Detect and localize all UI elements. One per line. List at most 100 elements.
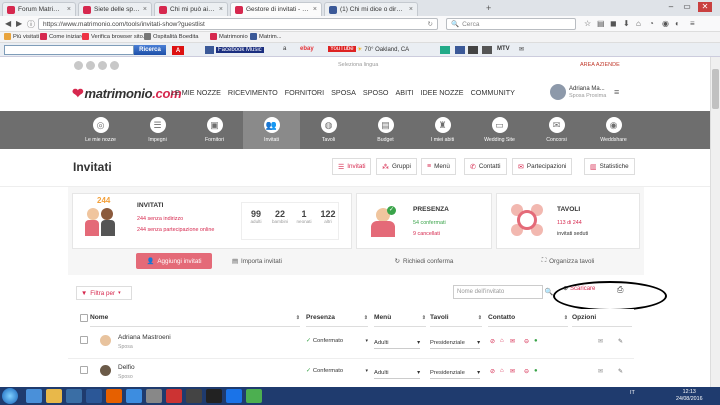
facebook-icon[interactable] — [455, 46, 465, 54]
phone-icon[interactable]: ⊘ — [490, 368, 495, 375]
add-guests-button[interactable]: 👤 Aggiungi invitati — [136, 253, 212, 269]
tool-tab[interactable]: ☰ Impegni — [129, 111, 186, 149]
bookmark-item[interactable]: Matrim... — [250, 33, 282, 40]
status-ok-icon[interactable]: ● — [534, 368, 538, 374]
url-bar[interactable]: https://www.matrimonio.com/tools/invitat… — [38, 18, 438, 30]
col-header-contact[interactable]: Contatto ⇕ — [488, 309, 568, 327]
sort-icon[interactable]: ⇕ — [564, 315, 568, 321]
home-address-icon[interactable]: ⌂ — [500, 338, 504, 344]
subtab[interactable]: ≡ Menù — [421, 158, 456, 175]
home-icon[interactable]: ⌂ — [636, 19, 641, 28]
tool-tab[interactable]: ◍ Tavoli — [300, 111, 357, 149]
browser-tab[interactable]: Gestore di invitati - Matrim...× — [230, 2, 322, 16]
col-header-presence[interactable]: Presenza ⇕ — [306, 309, 368, 327]
taskbar-app-media[interactable] — [66, 389, 82, 403]
taskbar-app-10[interactable] — [226, 389, 242, 403]
guest-search-input[interactable]: Nome dell'invitato — [453, 285, 543, 299]
nav-item[interactable]: ABITI — [395, 88, 413, 97]
youtube-item[interactable]: YouTube — [328, 46, 356, 52]
col-header-name[interactable]: Nome ⇕ — [90, 309, 300, 327]
edit-icon[interactable]: ✎ — [618, 338, 623, 345]
toolbar-search-button[interactable]: Ricerca — [134, 45, 166, 55]
ebay-item[interactable]: ebay — [300, 46, 314, 52]
addon-icon-3[interactable] — [482, 46, 492, 54]
scroll-thumb[interactable] — [712, 69, 719, 109]
close-tab-icon[interactable]: × — [64, 6, 71, 13]
addon-icon-2[interactable] — [468, 46, 478, 54]
taskbar-app-11[interactable] — [246, 389, 262, 403]
nav-item[interactable]: FORNITORI — [285, 88, 324, 97]
sort-icon[interactable]: ⇕ — [478, 315, 482, 321]
col-header-tables[interactable]: Tavoli ⇕ — [430, 309, 482, 327]
bookmark-item[interactable]: Più visitati — [4, 33, 39, 40]
taskbar-app-explorer[interactable] — [46, 389, 62, 403]
page-scrollbar[interactable] — [710, 57, 720, 387]
language-selector[interactable]: Seleziona lingua — [338, 62, 378, 68]
system-clock[interactable]: 12:13 24/08/2016 — [676, 389, 703, 402]
nav-item[interactable]: SPOSA — [331, 88, 356, 97]
close-tab-icon[interactable]: × — [140, 6, 147, 13]
send-invite-icon[interactable]: ✉ — [598, 368, 603, 375]
social-icon-2[interactable] — [86, 61, 95, 70]
minimize-button[interactable]: – — [664, 2, 678, 12]
addon-icon[interactable]: ◐ — [675, 19, 680, 28]
organize-tables-button[interactable]: ⛶ Organizza tavoli — [496, 253, 640, 269]
menu-select[interactable]: Adulti ▾ — [374, 367, 420, 379]
table-row[interactable]: Delfio Sposo ✓ Confermato ▾ Adulti ▾ Presidenzi… — [68, 359, 634, 389]
status-ok-icon[interactable]: ● — [534, 338, 538, 344]
bookmark-item[interactable]: Come iniziare — [40, 33, 84, 40]
addon-icon-1[interactable] — [440, 46, 450, 54]
toolbar-search-input[interactable] — [4, 45, 134, 55]
import-guests-button[interactable]: ▤ Importa invitati — [222, 253, 292, 269]
social-icon-4[interactable] — [110, 61, 119, 70]
nav-item[interactable]: RICEVIMENTO — [228, 88, 278, 97]
sync-icon[interactable]: ◔ — [649, 19, 654, 28]
language-indicator[interactable]: IT — [630, 390, 635, 396]
amazon-icon[interactable]: a — [283, 46, 286, 52]
alert-icon[interactable]: ⊖ — [524, 368, 529, 375]
nav-item[interactable]: COMMUNITY — [471, 88, 515, 97]
taskbar-app-firefox[interactable] — [106, 389, 122, 403]
subtab[interactable]: ✉ Partecipazioni — [512, 158, 573, 175]
browser-tab[interactable]: (1) Chi mi dice o dirsc? × — [324, 2, 418, 16]
close-tab-icon[interactable]: × — [406, 6, 413, 13]
table-select[interactable]: Presidenziale ▾ — [430, 337, 480, 349]
sort-icon[interactable]: ⇕ — [364, 315, 368, 321]
filter-button[interactable]: ▼ Filtra per ▾ — [76, 286, 132, 300]
edit-icon[interactable]: ✎ — [618, 368, 623, 375]
site-logo[interactable]: ❤ matrimonio .com — [72, 85, 182, 102]
row-checkbox[interactable] — [80, 366, 88, 374]
email-icon[interactable]: ✉ — [510, 338, 515, 345]
bookmark-item[interactable]: Ospitalità Boedita — [144, 33, 198, 40]
browser-tab[interactable]: Forum Matrimonio.com× — [2, 2, 76, 16]
taskbar-app-ie[interactable] — [26, 389, 42, 403]
nav-item[interactable]: IDEE NOZZE — [420, 88, 463, 97]
reload-icon[interactable]: ↻ — [428, 20, 433, 28]
taskbar-app-word[interactable] — [86, 389, 102, 403]
select-all-checkbox[interactable] — [80, 314, 88, 322]
close-tab-icon[interactable]: × — [216, 6, 223, 13]
tool-tab[interactable]: ◉ Weddshare — [585, 111, 642, 149]
close-window-button[interactable]: ✕ — [698, 2, 712, 12]
subtab[interactable]: ✆ Contatti — [464, 158, 507, 175]
sort-icon[interactable]: ⇕ — [296, 315, 300, 321]
subtab[interactable]: ⁂ Gruppi — [376, 158, 417, 175]
confirmed-count[interactable]: 54 confermati — [413, 220, 446, 226]
taskbar-app-9[interactable] — [206, 389, 222, 403]
tool-tab[interactable]: ▣ Fornitori — [186, 111, 243, 149]
download-icon[interactable]: ⬇ — [623, 19, 630, 28]
taskbar-app-6[interactable] — [146, 389, 162, 403]
guests-no-online[interactable]: 244 senza partecipazione online — [137, 227, 214, 233]
tool-tab[interactable]: ▭ Wedding Site — [471, 111, 528, 149]
alert-icon[interactable]: ⊖ — [524, 338, 529, 345]
mail-icon[interactable]: ✉ — [519, 46, 524, 53]
row-checkbox[interactable] — [80, 336, 88, 344]
social-icon-1[interactable] — [74, 61, 83, 70]
weather-item[interactable]: ☀ 70° Oakland, CA — [357, 46, 409, 54]
bookmark-item[interactable]: Verifica browser sito... — [82, 33, 148, 40]
seated-count[interactable]: 113 di 244 — [557, 220, 582, 226]
star-icon[interactable]: ☆ — [584, 19, 591, 28]
tool-tab[interactable]: ◎ Le mie nozze — [72, 111, 129, 149]
table-select[interactable]: Presidenziale ▾ — [430, 367, 480, 379]
bookmark-item[interactable]: Matrimonio — [210, 33, 248, 40]
